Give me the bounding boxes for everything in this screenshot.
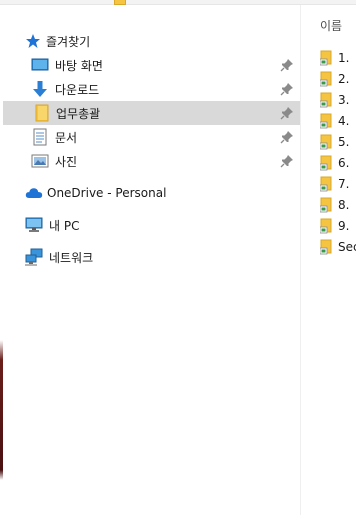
file-row[interactable]: 9. [319, 215, 356, 236]
document-icon [31, 128, 49, 146]
pin-icon[interactable] [280, 154, 294, 168]
file-row[interactable]: 8. [319, 194, 356, 215]
file-type-icon [319, 218, 333, 234]
file-type-icon [319, 92, 333, 108]
pin-icon[interactable] [280, 106, 294, 120]
file-type-icon [319, 113, 333, 129]
nav-item-network[interactable]: 네트워크 [25, 245, 295, 269]
file-row[interactable]: 7. [319, 173, 356, 194]
file-row[interactable]: 3. [319, 89, 356, 110]
file-name: Sec [338, 239, 356, 254]
computer-icon [25, 217, 43, 233]
file-row[interactable]: Sec [319, 236, 356, 257]
nav-item-downloads[interactable]: 다운로드 [31, 77, 300, 101]
folder-icon [34, 104, 50, 122]
pictures-icon [31, 152, 49, 170]
file-type-icon [319, 134, 333, 150]
file-name: 6. [338, 155, 350, 170]
nav-item-label: 문서 [55, 130, 78, 145]
file-name: 8. [338, 197, 350, 212]
nav-item-documents[interactable]: 문서 [31, 125, 300, 149]
nav-item-label: 바탕 화면 [55, 58, 103, 73]
file-row[interactable]: 4. [319, 110, 356, 131]
file-row[interactable]: 6. [319, 152, 356, 173]
pin-icon[interactable] [280, 58, 294, 72]
cloud-icon [25, 186, 43, 200]
nav-item-label: 네트워크 [49, 250, 94, 265]
nav-item-this-pc[interactable]: 내 PC [25, 213, 295, 237]
file-row[interactable]: 2. [319, 68, 356, 89]
file-type-icon [319, 50, 333, 66]
file-type-icon [319, 176, 333, 192]
file-type-icon [319, 239, 333, 255]
nav-item-label: 다운로드 [55, 82, 100, 97]
nav-item-label: 사진 [55, 154, 78, 169]
pin-icon[interactable] [280, 82, 294, 96]
nav-item-label: 내 PC [49, 218, 80, 233]
desktop-icon [31, 57, 49, 73]
file-name: 1. [338, 50, 350, 65]
nav-item-onedrive[interactable]: OneDrive - Personal [25, 181, 295, 205]
file-name: 2. [338, 71, 350, 86]
file-type-icon [319, 71, 333, 87]
network-icon [25, 248, 43, 266]
pin-icon[interactable] [280, 130, 294, 144]
file-type-icon [319, 155, 333, 171]
file-explorer-window: 즐겨찾기 바탕 화면 다운로드 업무총괄 문서 사진 OneDrive - Pe… [0, 0, 356, 515]
nav-item-work-folder[interactable]: 업무총괄 [3, 101, 300, 125]
column-header-name[interactable]: 이름 [320, 17, 342, 34]
nav-item-desktop[interactable]: 바탕 화면 [31, 53, 300, 77]
file-type-icon [319, 197, 333, 213]
file-row[interactable]: 5. [319, 131, 356, 152]
content-pane[interactable]: 이름 1. 2. 3. 4. 5. 6. 7. 8. 9. Sec [301, 5, 356, 515]
file-name: 4. [338, 113, 350, 128]
file-row[interactable]: 1. [319, 47, 356, 68]
navigation-pane[interactable]: 즐겨찾기 바탕 화면 다운로드 업무총괄 문서 사진 OneDrive - Pe… [3, 5, 300, 515]
nav-item-label: 즐겨찾기 [46, 34, 91, 49]
file-name: 7. [338, 176, 350, 191]
nav-item-label: 업무총괄 [56, 106, 101, 121]
nav-item-pictures[interactable]: 사진 [31, 149, 300, 173]
file-name: 3. [338, 92, 350, 107]
nav-item-label: OneDrive - Personal [47, 186, 167, 200]
file-name: 5. [338, 134, 350, 149]
file-name: 9. [338, 218, 350, 233]
nav-item-quick-access[interactable]: 즐겨찾기 [25, 29, 295, 53]
star-icon [25, 33, 41, 49]
download-icon [31, 80, 49, 98]
